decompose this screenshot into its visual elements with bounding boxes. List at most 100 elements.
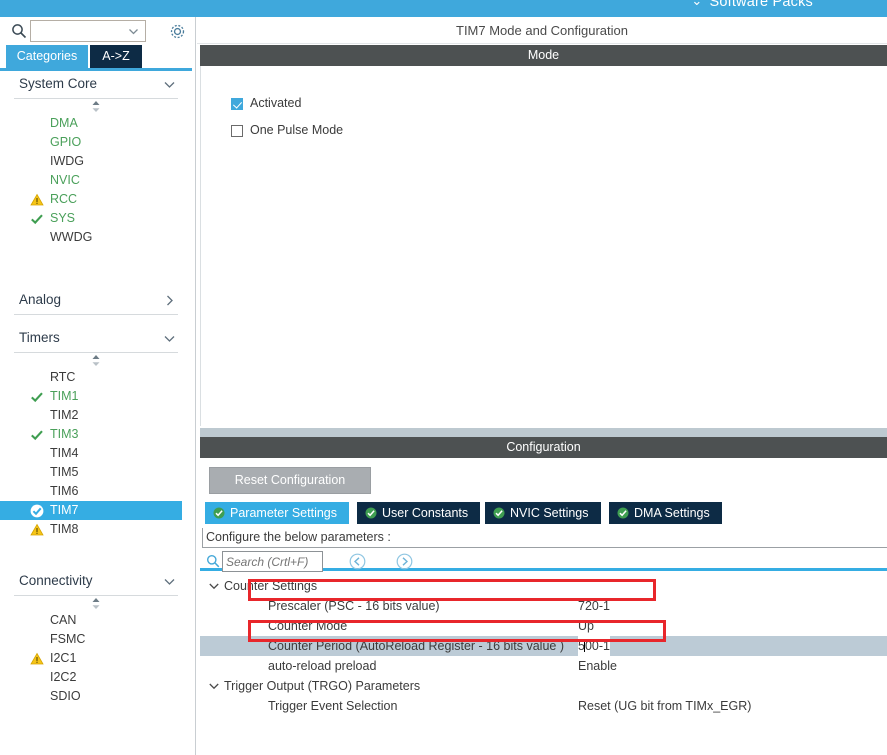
param-group-counter-settings[interactable]: Counter Settings	[200, 576, 887, 596]
sidebar-item-sdio[interactable]: SDIO	[0, 687, 192, 706]
sidebar-item-rcc[interactable]: RCC	[0, 190, 192, 209]
sidebar-item-rtc[interactable]: RTC	[0, 368, 192, 387]
param-value[interactable]: Reset (UG bit from TIMx_EGR)	[578, 696, 751, 716]
sidebar-item-gpio[interactable]: GPIO	[0, 133, 192, 152]
tab-label: NVIC Settings	[510, 506, 589, 520]
sidebar-item-nvic[interactable]: NVIC	[0, 171, 192, 190]
sidebar-item-label: RTC	[50, 370, 76, 384]
sidebar-item-label: I2C2	[50, 670, 77, 684]
param-row-auto-reload-preload[interactable]: auto-reload preload Enable	[200, 656, 887, 676]
sidebar-item-tim2[interactable]: TIM2	[0, 406, 192, 425]
param-name: auto-reload preload	[268, 659, 377, 673]
sidebar-item-can[interactable]: CAN	[0, 611, 192, 630]
param-value[interactable]: Up	[578, 616, 594, 636]
sidebar-item-label: CAN	[50, 613, 77, 627]
sidebar-item-i2c2[interactable]: I2C2	[0, 668, 192, 687]
sidebar-item-label: GPIO	[50, 135, 82, 149]
sidebar-group-system-core[interactable]: System Core	[14, 71, 178, 99]
sidebar-group-connectivity[interactable]: Connectivity	[14, 568, 178, 596]
mode-section-label: Mode	[527, 48, 560, 62]
param-row-counter-period[interactable]: Counter Period (AutoReload Register - 16…	[200, 636, 887, 656]
warning-icon	[30, 652, 44, 666]
param-group-trigger-output[interactable]: Trigger Output (TRGO) Parameters	[200, 676, 887, 696]
param-row-trigger-event-selection[interactable]: Trigger Event Selection Reset (UG bit fr…	[200, 696, 887, 716]
chevron-down-icon	[163, 332, 176, 345]
sidebar-tab-categories[interactable]: Categories	[6, 45, 88, 68]
sidebar-item-label: TIM5	[50, 465, 79, 479]
sidebar-item-tim7[interactable]: TIM7	[0, 501, 182, 520]
parameter-search-input[interactable]	[222, 551, 323, 572]
warning-icon	[30, 193, 44, 207]
sidebar-search-combo[interactable]	[30, 20, 146, 42]
sidebar-tabs: Categories A->Z	[0, 45, 195, 71]
sidebar-item-wwdg[interactable]: WWDG	[0, 228, 192, 247]
tab-user-constants[interactable]: User Constants	[357, 502, 482, 524]
nav-prev-icon[interactable]	[349, 553, 366, 570]
param-value-after-caret: 00-1	[584, 639, 610, 653]
scroll-updown-icon	[88, 100, 104, 113]
sidebar-group-analog[interactable]: Analog	[14, 287, 178, 315]
check-icon	[30, 428, 44, 442]
param-value[interactable]: Enable	[578, 656, 617, 676]
checkbox-activated[interactable]	[231, 98, 243, 110]
param-row-counter-mode[interactable]: Counter Mode Up	[200, 616, 887, 636]
tab-nvic-settings[interactable]: NVIC Settings	[485, 502, 602, 524]
chevron-down-icon	[128, 26, 139, 37]
sidebar-item-dma[interactable]: DMA	[0, 114, 192, 133]
tab-label: User Constants	[382, 506, 469, 520]
tab-dma-settings[interactable]: DMA Settings	[609, 502, 723, 524]
sidebar-search-row	[0, 17, 195, 46]
sidebar-item-tim5[interactable]: TIM5	[0, 463, 192, 482]
param-name: Prescaler (PSC - 16 bits value)	[268, 599, 440, 613]
sidebar-group-label: Timers	[19, 330, 60, 345]
sidebar-item-tim6[interactable]: TIM6	[0, 482, 192, 501]
sidebar-item-tim8[interactable]: TIM8	[0, 520, 192, 539]
mode-section-header: Mode	[200, 45, 887, 66]
check-circle-icon	[493, 507, 505, 519]
check-icon	[30, 212, 44, 226]
sidebar-body: System Core DMA GPIO IWDG NVIC RCC SYS W…	[0, 71, 192, 755]
reset-configuration-button[interactable]: Reset Configuration	[209, 467, 371, 494]
check-circle-icon	[30, 504, 44, 518]
sidebar-scroll-up-system-core[interactable]	[0, 99, 192, 114]
sidebar-item-sys[interactable]: SYS	[0, 209, 192, 228]
sidebar-item-label: TIM6	[50, 484, 79, 498]
search-icon	[11, 23, 27, 39]
sidebar-tab-a-to-z[interactable]: A->Z	[90, 45, 142, 68]
warning-icon	[30, 523, 44, 537]
sidebar-items-system-core: DMA GPIO IWDG NVIC RCC SYS WWDG	[0, 114, 192, 247]
sidebar-item-iwdg[interactable]: IWDG	[0, 152, 192, 171]
sidebar-item-i2c1[interactable]: I2C1	[0, 649, 192, 668]
param-name: Trigger Event Selection	[268, 699, 398, 713]
scroll-updown-icon	[88, 354, 104, 367]
sidebar-item-label: TIM3	[50, 427, 79, 441]
sidebar-items-timers: RTC TIM1 TIM2 TIM3 TIM4 TIM5 TIM6 TIM7 T…	[0, 368, 192, 539]
chevron-down-icon	[208, 680, 220, 692]
software-packs-menu[interactable]: ⌄ Software Packs	[691, 0, 813, 10]
sidebar-item-label: RCC	[50, 192, 78, 206]
sidebar-item-fsmc[interactable]: FSMC	[0, 630, 192, 649]
sidebar-item-label: DMA	[50, 116, 78, 130]
tab-label: Parameter Settings	[230, 506, 337, 520]
cubemx-window: ⌄ Software Packs Categories A->Z System …	[0, 0, 887, 755]
check-circle-icon	[617, 507, 629, 519]
sidebar-group-timers[interactable]: Timers	[14, 325, 178, 353]
sidebar-item-tim4[interactable]: TIM4	[0, 444, 192, 463]
sidebar-item-tim3[interactable]: TIM3	[0, 425, 192, 444]
gear-icon[interactable]	[168, 22, 187, 41]
param-value-editor[interactable]: 500-1	[578, 636, 610, 656]
sidebar-item-label: TIM4	[50, 446, 79, 460]
tab-parameter-settings[interactable]: Parameter Settings	[205, 502, 350, 524]
chevron-right-icon	[163, 294, 176, 307]
sidebar-item-label: SYS	[50, 211, 76, 225]
param-name: Counter Period (AutoReload Register - 16…	[268, 639, 564, 653]
sidebar-scroll-up-timers[interactable]	[0, 353, 192, 368]
sidebar-item-label: NVIC	[50, 173, 80, 187]
param-row-prescaler[interactable]: Prescaler (PSC - 16 bits value) 720-1	[200, 596, 887, 616]
software-packs-label: Software Packs	[709, 0, 813, 10]
sidebar-item-tim1[interactable]: TIM1	[0, 387, 192, 406]
checkbox-one-pulse-mode[interactable]	[231, 125, 243, 137]
param-value[interactable]: 720-1	[578, 596, 610, 616]
nav-next-icon[interactable]	[396, 553, 413, 570]
sidebar-scroll-up-connectivity[interactable]	[0, 596, 192, 611]
